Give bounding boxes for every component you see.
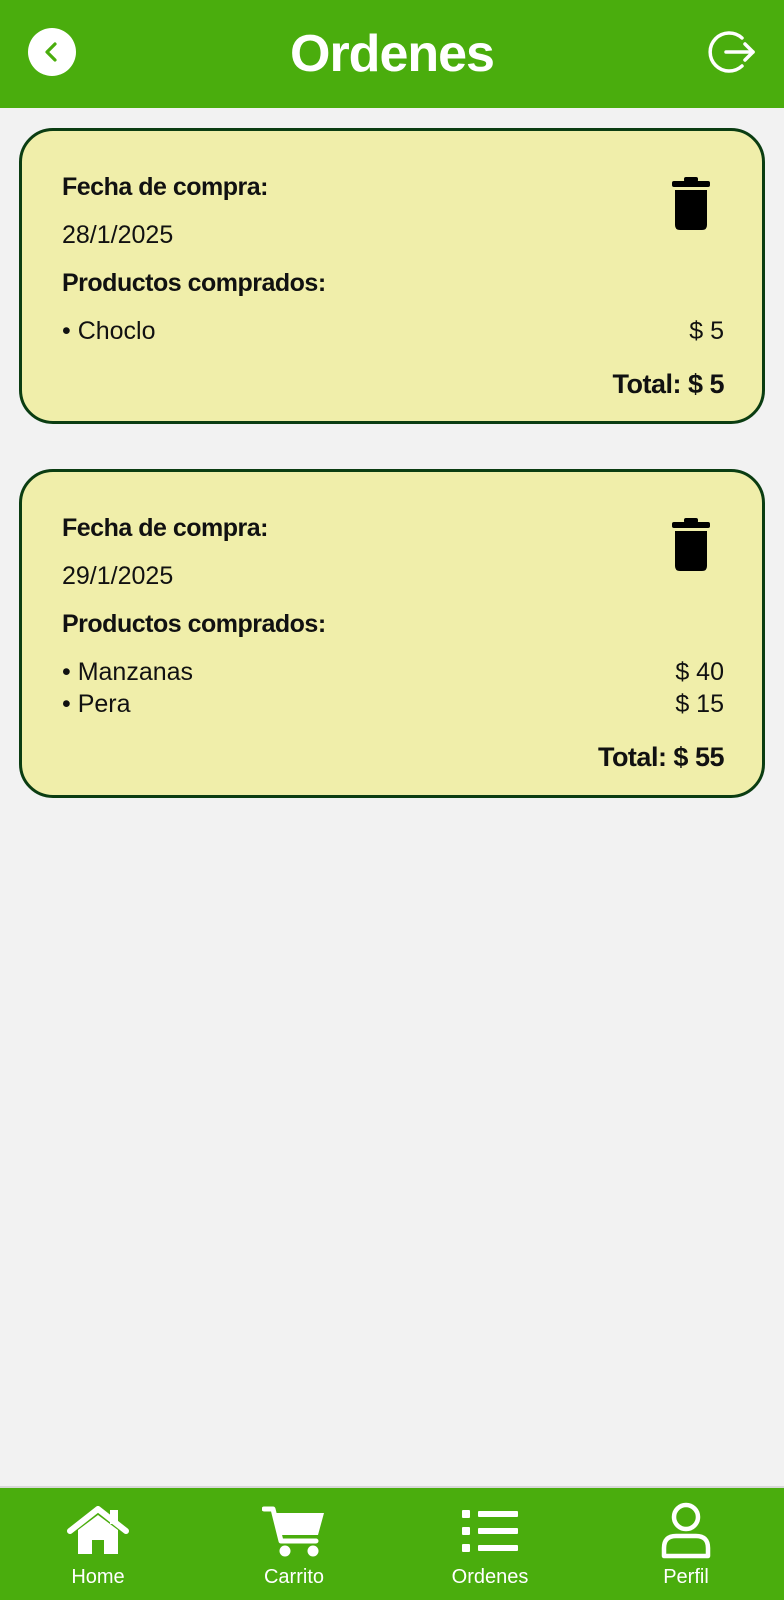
home-icon (67, 1506, 129, 1554)
orders-list: Fecha de compra: 28/1/2025 Productos com… (0, 108, 784, 1486)
item-price: $ 15 (675, 690, 724, 718)
nav-item-home[interactable]: Home (0, 1488, 196, 1600)
delete-order-button[interactable] (672, 518, 710, 572)
back-button[interactable] (28, 28, 76, 76)
item-name: • Choclo (62, 317, 156, 345)
products-label: Productos comprados: (62, 610, 326, 638)
nav-label: Carrito (263, 1566, 324, 1588)
purchase-date: 28/1/2025 (62, 221, 174, 249)
user-icon (661, 1502, 711, 1559)
order-item-row: • Manzanas $ 40 (62, 658, 724, 690)
nav-item-ordenes[interactable]: Ordenes (392, 1488, 588, 1600)
order-item-row: • Choclo $ 5 (62, 317, 724, 349)
trash-icon (672, 518, 710, 571)
trash-icon (672, 177, 710, 230)
logout-button[interactable] (706, 26, 758, 78)
purchase-date-label: Fecha de compra: (62, 173, 268, 201)
order-total: Total: $ 55 (597, 742, 725, 772)
order-card: Fecha de compra: 29/1/2025 Productos com… (19, 469, 765, 798)
chevron-left-icon (45, 42, 57, 62)
nav-label: Ordenes (451, 1566, 529, 1588)
nav-item-carrito[interactable]: Carrito (196, 1488, 392, 1600)
nav-label: Perfil (663, 1566, 709, 1588)
order-item-row: • Pera $ 15 (62, 690, 724, 722)
item-name: • Manzanas (62, 658, 194, 686)
nav-item-perfil[interactable]: Perfil (588, 1488, 784, 1600)
order-total: Total: $ 5 (612, 369, 724, 399)
delete-order-button[interactable] (672, 177, 710, 231)
purchase-date-label: Fecha de compra: (62, 514, 268, 542)
cart-icon (262, 1506, 324, 1557)
item-price: $ 5 (689, 317, 724, 345)
bottom-nav: Home Carrito Ordenes Perfil (0, 1486, 784, 1600)
nav-label: Home (71, 1566, 125, 1588)
item-name: • Pera (62, 690, 131, 718)
order-card: Fecha de compra: 28/1/2025 Productos com… (19, 128, 765, 424)
logout-icon (708, 31, 755, 73)
app-header: Ordenes (0, 0, 784, 108)
purchase-date: 29/1/2025 (62, 562, 174, 590)
list-icon (462, 1510, 518, 1552)
products-label: Productos comprados: (62, 269, 326, 297)
item-price: $ 40 (675, 658, 724, 686)
page-title: Ordenes (290, 25, 495, 83)
